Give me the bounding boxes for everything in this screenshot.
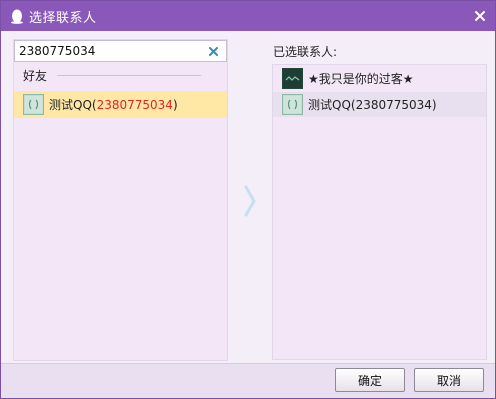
- clear-search-button[interactable]: [206, 44, 220, 58]
- ok-button[interactable]: 确定: [335, 368, 405, 392]
- qq-number: 2380775034: [96, 98, 173, 112]
- title-bar[interactable]: 选择联系人: [1, 1, 495, 31]
- search-input[interactable]: [15, 41, 206, 61]
- search-box: [14, 40, 227, 62]
- friends-group-header[interactable]: 好友: [14, 64, 227, 86]
- close-icon: [475, 11, 485, 21]
- close-button[interactable]: [471, 7, 489, 25]
- add-arrow-icon[interactable]: [242, 184, 258, 218]
- dark-avatar-icon: [282, 68, 303, 89]
- group-label: 好友: [23, 68, 48, 83]
- qq-penguin-icon: [9, 8, 25, 24]
- selected-item-name: 测试QQ(2380775034): [308, 98, 437, 112]
- selected-item-name: ★我只是你的过客★: [308, 72, 414, 86]
- selected-contacts-title: 已选联系人:: [273, 45, 338, 59]
- selected-contacts-panel: ★我只是你的过客★ 测试QQ(2380775034): [272, 64, 487, 360]
- clear-icon: [208, 46, 218, 56]
- contact-row[interactable]: 测试QQ(2380775034): [14, 91, 227, 118]
- contact-name: 测试QQ(2380775034): [49, 98, 178, 112]
- cancel-button[interactable]: 取消: [414, 368, 484, 392]
- selected-item[interactable]: 测试QQ(2380775034): [273, 92, 486, 117]
- selected-item[interactable]: ★我只是你的过客★: [273, 66, 486, 91]
- qq-avatar-icon: [23, 94, 44, 115]
- group-divider: [57, 74, 201, 76]
- dialog-footer: 确定 取消: [1, 363, 495, 398]
- select-contacts-dialog: 选择联系人 好友 测: [0, 0, 496, 399]
- qq-avatar-icon: [282, 94, 303, 115]
- contact-list-panel: 好友 测试QQ(2380775034): [13, 39, 228, 361]
- dialog-title: 选择联系人: [29, 10, 97, 26]
